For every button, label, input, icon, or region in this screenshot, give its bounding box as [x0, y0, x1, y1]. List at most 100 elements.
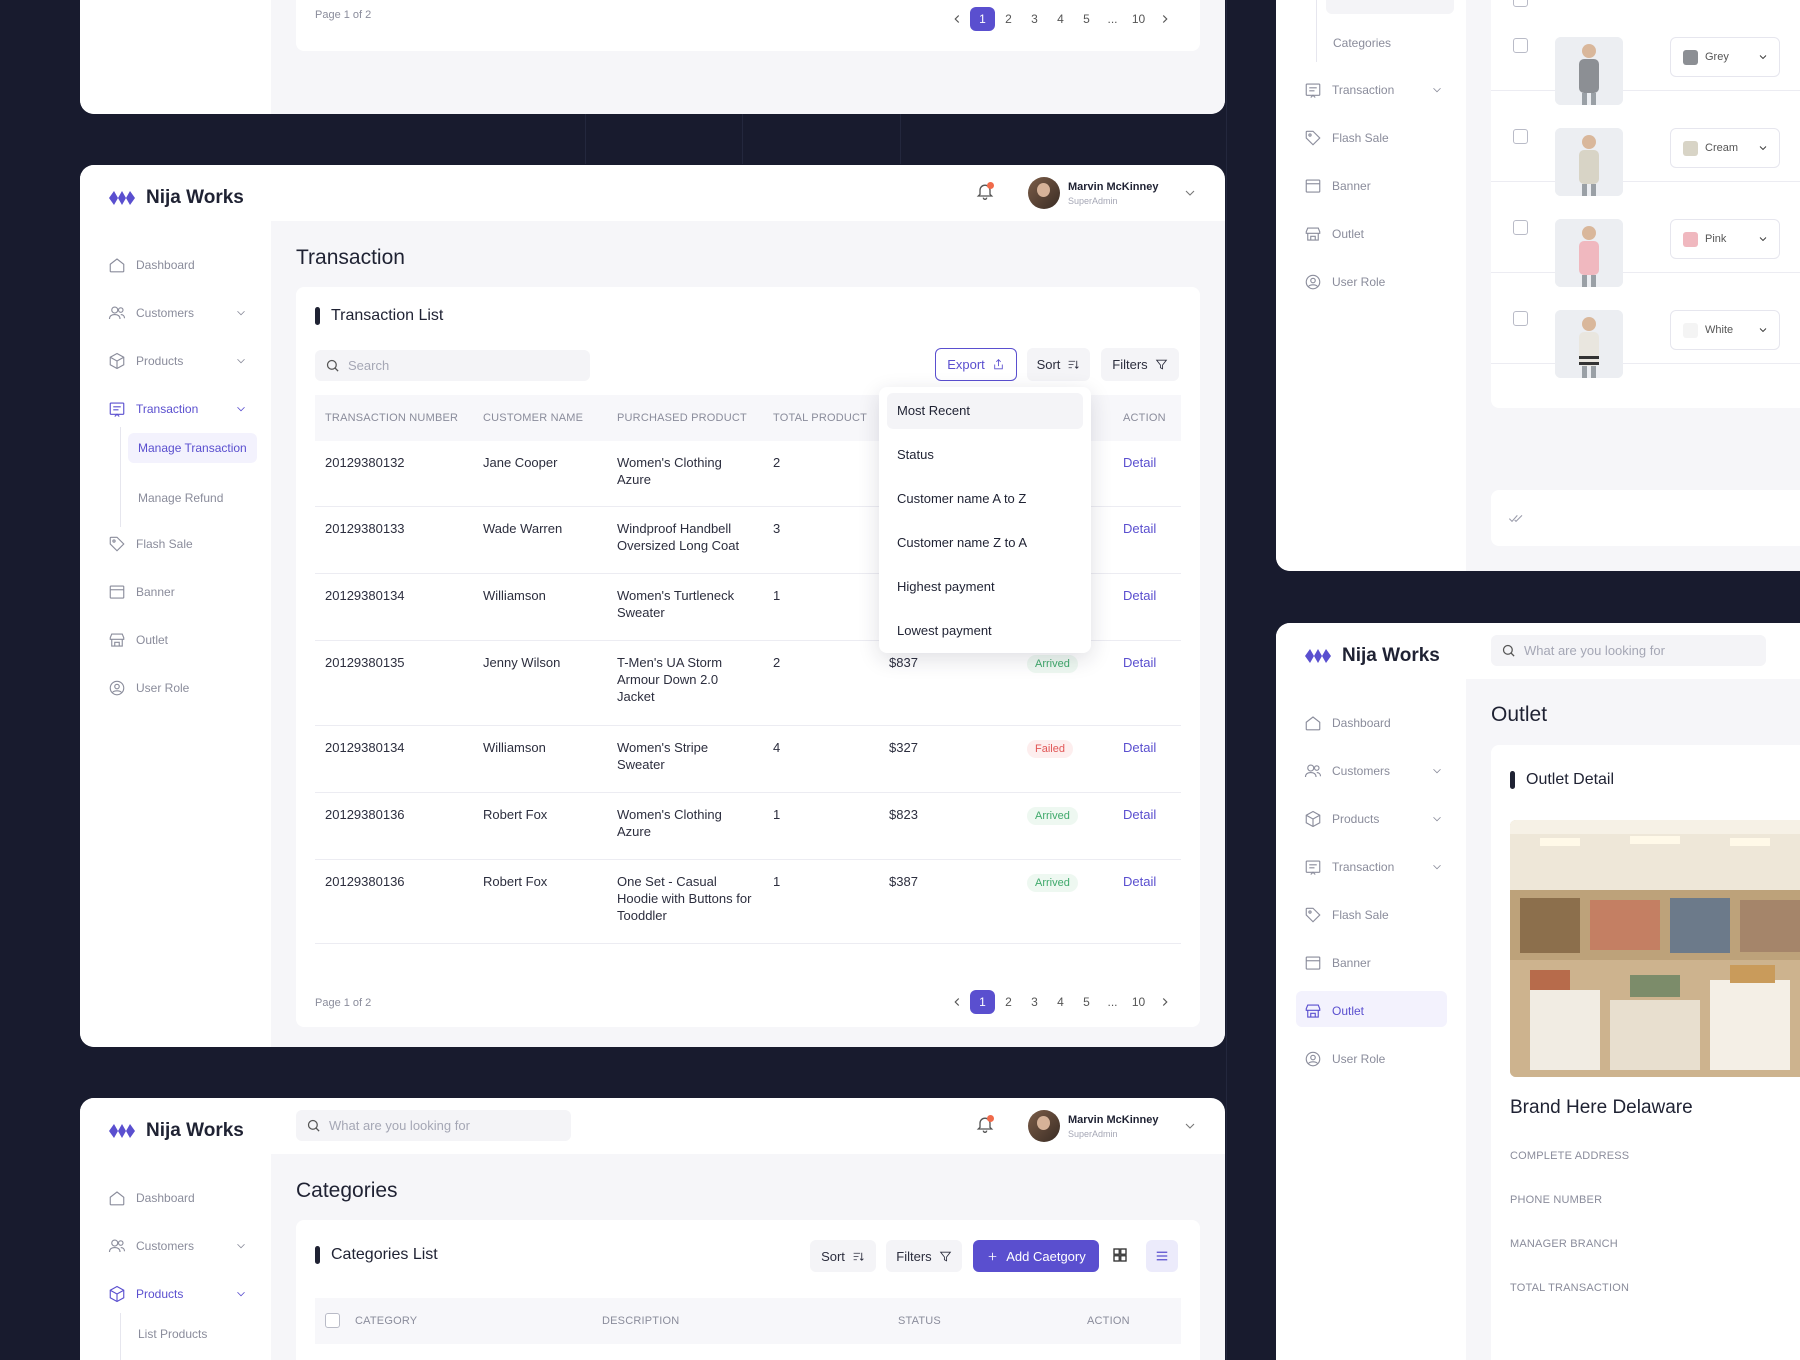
table-row[interactable]: 20129380136 Robert Fox Women's Clothing Az…	[315, 793, 1181, 860]
sidebar-item-user-role[interactable]: User Role	[108, 679, 189, 697]
user-menu[interactable]: Marvin McKinney SuperAdmin	[1028, 177, 1198, 209]
brand-logo[interactable]: Nija Works	[1304, 645, 1440, 667]
sidebar-item-outlet[interactable]: Outlet	[1304, 1002, 1364, 1020]
page-3-button[interactable]: 3	[1022, 7, 1047, 31]
active-submenu-item[interactable]	[1326, 0, 1454, 14]
prev-page-icon[interactable]	[950, 12, 964, 26]
filters-button[interactable]: Filters	[886, 1240, 962, 1272]
page-1-button[interactable]: 1	[970, 7, 995, 31]
variant-row[interactable]: Pink	[1491, 182, 1800, 287]
sidebar-item-banner[interactable]: Banner	[1304, 954, 1371, 972]
sidebar-item-customers[interactable]: Customers	[1304, 762, 1444, 780]
color-select[interactable]: Grey	[1670, 37, 1780, 77]
sidebar-item-list-products[interactable]: List Products	[138, 1327, 207, 1341]
detail-link[interactable]: Detail	[1123, 520, 1156, 537]
sidebar-item-customers[interactable]: Customers	[108, 1237, 248, 1255]
color-select[interactable]: White	[1670, 310, 1780, 350]
row-checkbox[interactable]	[1513, 311, 1528, 326]
column-header[interactable]: DESCRIPTION	[602, 1298, 679, 1344]
sidebar-item-transaction[interactable]: Transaction	[1304, 858, 1444, 876]
row-checkbox[interactable]	[1513, 129, 1528, 144]
sidebar-item-outlet[interactable]: Outlet	[108, 631, 168, 649]
search-input[interactable]: What are you looking for	[296, 1110, 571, 1141]
prev-page-icon[interactable]	[950, 995, 964, 1009]
sidebar-item-products[interactable]: Products	[108, 1285, 248, 1303]
sort-button[interactable]: Sort	[1027, 348, 1090, 381]
table-row[interactable]: 20129380135 Jenny Wilson T-Men's UA Storm …	[315, 641, 1181, 726]
column-header[interactable]: ACTION	[1087, 1298, 1130, 1344]
detail-link[interactable]: Detail	[1123, 587, 1156, 604]
list-view-button[interactable]	[1146, 1240, 1178, 1272]
add-category-button[interactable]: Add Caetgory	[973, 1240, 1099, 1272]
detail-link[interactable]: Detail	[1123, 873, 1156, 890]
search-input[interactable]: Search	[315, 350, 590, 381]
sort-option[interactable]: Lowest payment	[887, 613, 1083, 649]
notification-bell[interactable]	[975, 1114, 995, 1139]
page-10-button[interactable]: 10	[1126, 7, 1151, 31]
sidebar-item-flash-sale[interactable]: Flash Sale	[1304, 906, 1389, 924]
select-all-checkbox[interactable]	[1513, 0, 1528, 7]
search-input[interactable]: What are you looking for	[1491, 635, 1766, 666]
sidebar-item-manage-transaction[interactable]: Manage Transaction	[128, 433, 257, 463]
sidebar-item-manage-refund[interactable]: Manage Refund	[138, 491, 223, 505]
sidebar-item-user-role[interactable]: User Role	[1304, 1050, 1385, 1068]
sidebar-item-categories[interactable]: Categories	[1333, 36, 1391, 50]
sidebar-item-dashboard[interactable]: Dashboard	[1304, 714, 1391, 732]
brand-logo[interactable]: Nija Works	[108, 187, 244, 209]
column-header[interactable]: STATUS	[898, 1298, 941, 1344]
color-select[interactable]: Pink	[1670, 219, 1780, 259]
page-2-button[interactable]: 2	[996, 990, 1021, 1014]
sidebar-item-dashboard[interactable]: Dashboard	[108, 256, 195, 274]
grid-view-button[interactable]	[1111, 1246, 1131, 1266]
row-checkbox[interactable]	[1513, 38, 1528, 53]
export-button[interactable]: Export	[935, 348, 1017, 381]
sort-option[interactable]: Status	[887, 437, 1083, 473]
brand-logo[interactable]: Nija Works	[108, 1120, 244, 1142]
select-all-checkbox[interactable]	[325, 1313, 340, 1328]
filters-button[interactable]: Filters	[1101, 348, 1179, 381]
user-menu[interactable]: Marvin McKinney SuperAdmin	[1028, 1110, 1198, 1142]
page-3-button[interactable]: 3	[1022, 990, 1047, 1014]
notification-bell[interactable]	[975, 181, 995, 206]
sidebar-item-user-role[interactable]: User Role	[1304, 273, 1385, 291]
column-header[interactable]: ACTION	[1123, 395, 1166, 441]
table-row[interactable]: 20129380136 Robert Fox One Set - Casual Ho…	[315, 860, 1181, 944]
sidebar-item-flash-sale[interactable]: Flash Sale	[108, 535, 193, 553]
page-10-button[interactable]: 10	[1126, 990, 1151, 1014]
sidebar-item-outlet[interactable]: Outlet	[1304, 225, 1364, 243]
detail-link[interactable]: Detail	[1123, 806, 1156, 823]
sidebar-item-flash-sale[interactable]: Flash Sale	[1304, 129, 1389, 147]
column-header[interactable]: PURCHASED PRODUCT	[617, 395, 747, 441]
next-page-icon[interactable]	[1158, 12, 1172, 26]
page-2-button[interactable]: 2	[996, 7, 1021, 31]
column-header[interactable]: TRANSACTION NUMBER	[325, 395, 458, 441]
sidebar-item-transaction[interactable]: Transaction	[1304, 81, 1444, 99]
page-4-button[interactable]: 4	[1048, 990, 1073, 1014]
detail-link[interactable]: Detail	[1123, 739, 1156, 756]
variant-row[interactable]: Grey	[1491, 0, 1800, 105]
sort-button[interactable]: Sort	[810, 1240, 876, 1272]
page-5-button[interactable]: 5	[1074, 7, 1099, 31]
page-4-button[interactable]: 4	[1048, 7, 1073, 31]
variant-row[interactable]: Cream	[1491, 91, 1800, 196]
column-header[interactable]: CATEGORY	[355, 1298, 417, 1344]
sidebar-item-banner[interactable]: Banner	[1304, 177, 1371, 195]
column-header[interactable]: CUSTOMER NAME	[483, 395, 583, 441]
page-1-button[interactable]: 1	[970, 990, 995, 1014]
sort-option[interactable]: Highest payment	[887, 569, 1083, 605]
sort-option[interactable]: Customer name Z to A	[887, 525, 1083, 561]
page-5-button[interactable]: 5	[1074, 990, 1099, 1014]
sort-option[interactable]: Customer name A to Z	[887, 481, 1083, 517]
detail-link[interactable]: Detail	[1123, 654, 1156, 671]
table-row[interactable]: 20129380134 Williamson Women's Stripe Swea…	[315, 726, 1181, 793]
sort-option[interactable]: Most Recent	[887, 393, 1083, 429]
variant-row[interactable]: White	[1491, 273, 1800, 378]
sidebar-item-banner[interactable]: Banner	[108, 583, 175, 601]
detail-link[interactable]: Detail	[1123, 454, 1156, 471]
row-checkbox[interactable]	[1513, 220, 1528, 235]
column-header[interactable]: TOTAL PRODUCT	[773, 395, 867, 441]
sidebar-item-products[interactable]: Products	[108, 352, 248, 370]
next-page-icon[interactable]	[1158, 995, 1172, 1009]
color-select[interactable]: Cream	[1670, 128, 1780, 168]
sidebar-item-products[interactable]: Products	[1304, 810, 1444, 828]
